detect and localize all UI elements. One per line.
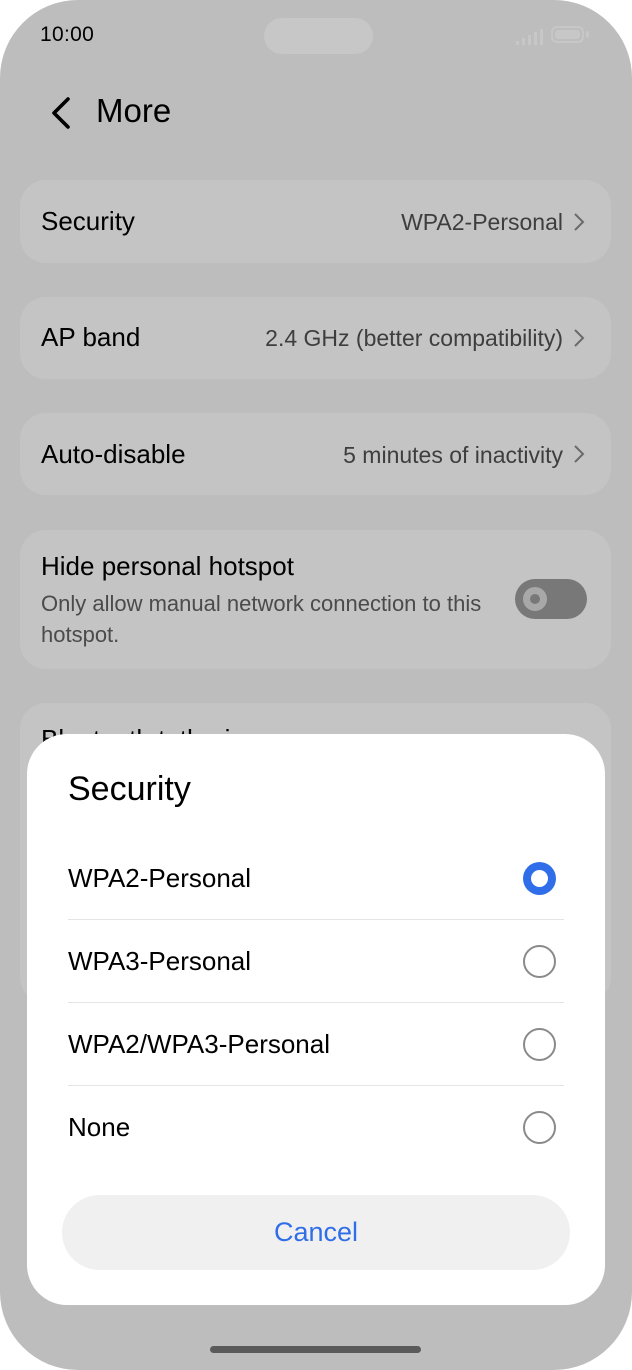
phone-screen: 10:00 More Security WPA2-Personal AP ban… bbox=[0, 0, 632, 1370]
option-label: None bbox=[68, 1112, 131, 1142]
dialog-title: Security bbox=[68, 770, 191, 808]
cancel-button[interactable]: Cancel bbox=[62, 1195, 570, 1270]
radio-selected[interactable] bbox=[523, 862, 556, 895]
home-indicator[interactable] bbox=[210, 1346, 421, 1353]
radio-unselected[interactable] bbox=[523, 945, 556, 978]
radio-unselected[interactable] bbox=[523, 1028, 556, 1061]
option-wpa2-personal[interactable]: WPA2-Personal bbox=[68, 837, 564, 920]
option-label: WPA3-Personal bbox=[68, 946, 252, 976]
option-none[interactable]: None bbox=[68, 1086, 564, 1169]
option-label: WPA2/WPA3-Personal bbox=[68, 1029, 331, 1059]
security-dialog: Security WPA2-Personal WPA3-Personal WPA… bbox=[27, 734, 605, 1305]
option-wpa2-wpa3-personal[interactable]: WPA2/WPA3-Personal bbox=[68, 1003, 564, 1086]
radio-unselected[interactable] bbox=[523, 1111, 556, 1144]
option-wpa3-personal[interactable]: WPA3-Personal bbox=[68, 920, 564, 1003]
option-label: WPA2-Personal bbox=[68, 863, 252, 893]
